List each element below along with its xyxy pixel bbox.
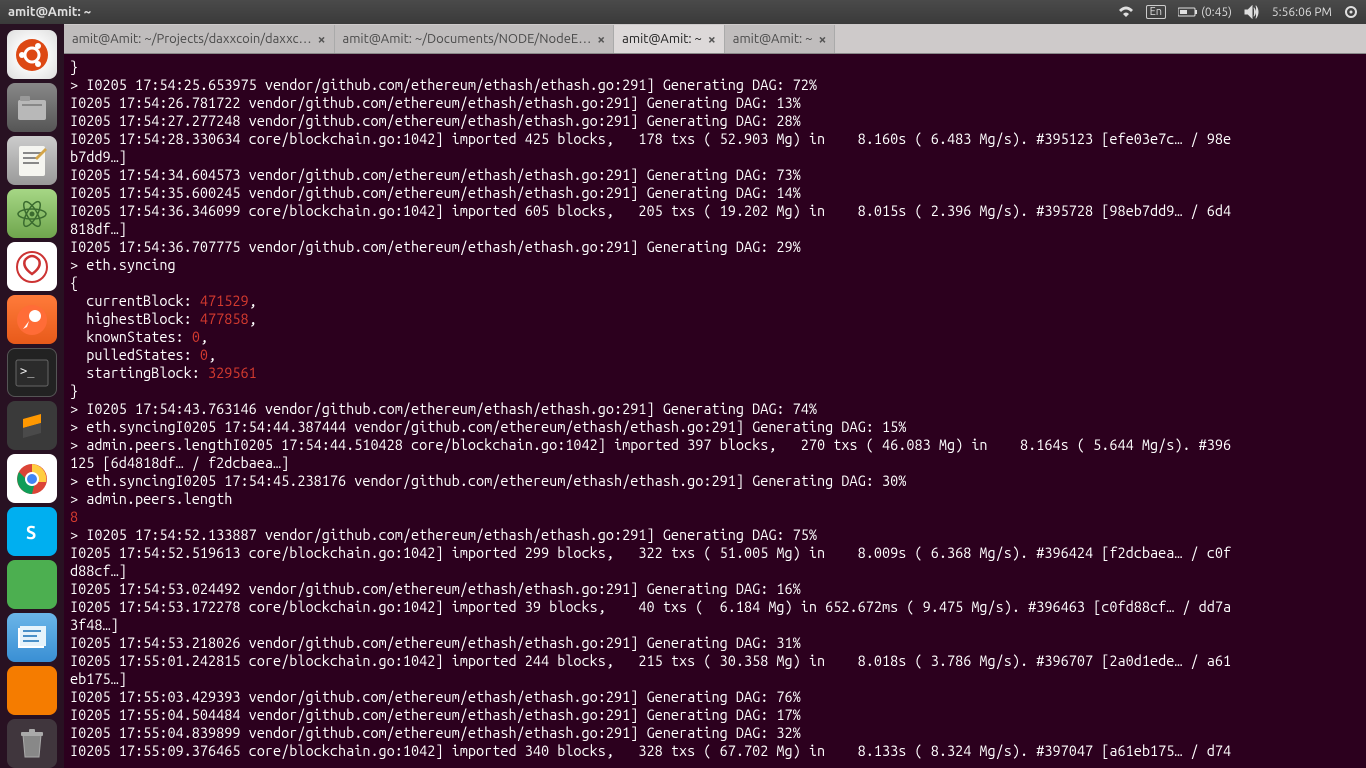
launcher-dash[interactable] bbox=[7, 30, 57, 79]
input-lang[interactable]: En bbox=[1146, 5, 1166, 19]
close-icon[interactable]: × bbox=[597, 31, 605, 47]
volume-icon[interactable] bbox=[1244, 5, 1260, 19]
launcher-skype[interactable]: S bbox=[7, 507, 57, 556]
launcher-files[interactable] bbox=[7, 83, 57, 132]
battery-indicator[interactable]: (0:45) bbox=[1178, 6, 1232, 19]
launcher-postman[interactable] bbox=[7, 295, 57, 344]
terminal-output[interactable]: } > I0205 17:54:25.653975 vendor/github.… bbox=[64, 54, 1366, 768]
tab-label: amit@Amit: ~/Projects/daxxcoin/daxxc… bbox=[72, 32, 312, 46]
close-icon[interactable]: × bbox=[818, 31, 826, 47]
launcher-app-green[interactable] bbox=[7, 560, 57, 609]
indicators: En (0:45) 5:56:06 PM bbox=[1118, 5, 1358, 19]
clock[interactable]: 5:56:06 PM bbox=[1272, 6, 1332, 19]
top-panel: amit@Amit: ~ En (0:45) 5:56:06 PM bbox=[0, 0, 1366, 24]
svg-text:>_: >_ bbox=[20, 364, 35, 378]
launcher-atom[interactable] bbox=[7, 189, 57, 238]
launcher-trash[interactable] bbox=[7, 719, 57, 768]
window-title: amit@Amit: ~ bbox=[8, 5, 1118, 19]
launcher-app-orange[interactable] bbox=[7, 666, 57, 715]
launcher-evince[interactable] bbox=[7, 242, 57, 291]
close-icon[interactable]: × bbox=[318, 31, 326, 47]
launcher-docs[interactable] bbox=[7, 613, 57, 662]
launcher-chrome[interactable] bbox=[7, 454, 57, 503]
main-area: amit@Amit: ~/Projects/daxxcoin/daxxc… × a… bbox=[64, 24, 1366, 768]
close-icon[interactable]: × bbox=[708, 31, 716, 47]
tab-3[interactable]: amit@Amit: ~ × bbox=[725, 25, 836, 53]
svg-text:S: S bbox=[26, 523, 36, 543]
tab-2[interactable]: amit@Amit: ~ × bbox=[614, 25, 725, 53]
tab-1[interactable]: amit@Amit: ~/Documents/NODE/NodeE… × bbox=[335, 25, 615, 53]
launcher-sublime[interactable] bbox=[7, 401, 57, 450]
terminal-tabs: amit@Amit: ~/Projects/daxxcoin/daxxc… × a… bbox=[64, 24, 1366, 54]
launcher-text-editor[interactable] bbox=[7, 136, 57, 185]
launcher-terminal[interactable]: >_ bbox=[7, 348, 57, 397]
battery-text: (0:45) bbox=[1201, 6, 1232, 19]
wifi-icon[interactable] bbox=[1118, 5, 1134, 19]
gear-icon[interactable] bbox=[1344, 5, 1358, 19]
launcher: >_ S bbox=[0, 24, 64, 768]
tab-label: amit@Amit: ~ bbox=[733, 32, 813, 46]
tab-label: amit@Amit: ~/Documents/NODE/NodeE… bbox=[343, 32, 592, 46]
tab-label: amit@Amit: ~ bbox=[622, 32, 702, 46]
tab-0[interactable]: amit@Amit: ~/Projects/daxxcoin/daxxc… × bbox=[64, 25, 335, 53]
